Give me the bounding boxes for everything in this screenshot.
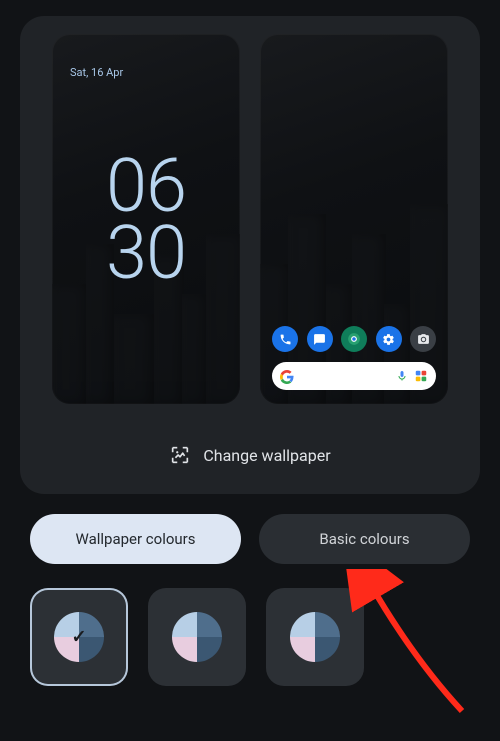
tab-wallpaper-colours[interactable]: Wallpaper colours bbox=[30, 514, 241, 564]
dock-browser-icon bbox=[341, 326, 367, 352]
check-icon: ✓ bbox=[71, 627, 86, 648]
colour-swatch-2[interactable] bbox=[148, 588, 246, 686]
home-search-bar bbox=[272, 362, 436, 390]
dock-phone-icon bbox=[272, 326, 298, 352]
change-wallpaper-label: Change wallpaper bbox=[203, 446, 330, 465]
colour-swatches-row: ✓ bbox=[0, 564, 500, 686]
dock-messages-icon bbox=[307, 326, 333, 352]
lockscreen-preview[interactable]: Sat, 16 Apr 06 30 bbox=[52, 34, 240, 404]
lens-icon bbox=[414, 369, 428, 383]
wallpaper-icon bbox=[169, 444, 191, 466]
colour-swatch-1[interactable]: ✓ bbox=[30, 588, 128, 686]
homescreen-preview[interactable] bbox=[260, 34, 448, 404]
dock-camera-icon bbox=[410, 326, 436, 352]
lock-date: Sat, 16 Apr bbox=[70, 66, 123, 79]
lock-clock: 06 30 bbox=[52, 154, 240, 287]
colour-swatch-3[interactable] bbox=[266, 588, 364, 686]
palette-circle bbox=[290, 612, 340, 662]
dock-settings-icon bbox=[376, 326, 402, 352]
colour-tabs: Wallpaper colours Basic colours bbox=[0, 514, 500, 564]
tab-basic-colours[interactable]: Basic colours bbox=[259, 514, 470, 564]
previews-row: Sat, 16 Apr 06 30 bbox=[38, 34, 462, 404]
mic-icon bbox=[396, 370, 408, 382]
change-wallpaper-button[interactable]: Change wallpaper bbox=[38, 434, 462, 470]
google-logo-icon bbox=[280, 369, 294, 383]
home-dock bbox=[272, 326, 436, 352]
lock-clock-minute: 30 bbox=[52, 221, 240, 288]
palette-circle bbox=[172, 612, 222, 662]
wallpaper-preview-card: Sat, 16 Apr 06 30 bbox=[20, 16, 480, 494]
